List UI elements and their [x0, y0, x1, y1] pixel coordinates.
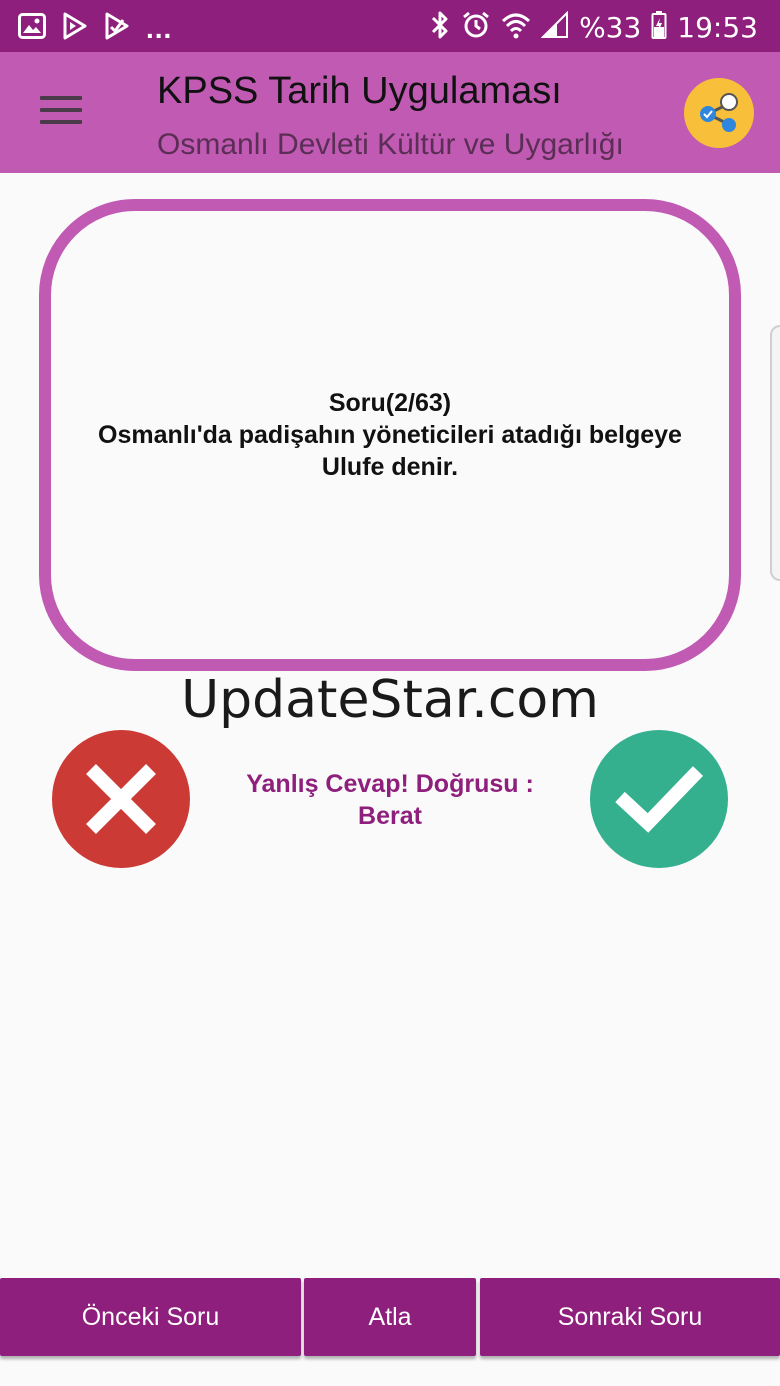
play-store-icon	[104, 12, 130, 45]
signal-icon	[540, 10, 569, 44]
correct-answer-button[interactable]	[590, 730, 728, 868]
status-bar: ... %33 19:53	[0, 0, 780, 52]
watermark: UpdateStar.com	[181, 670, 599, 730]
notification-icons: ...	[18, 12, 172, 45]
question-counter: Soru(2/63)	[328, 389, 452, 417]
share-button[interactable]	[684, 78, 754, 148]
close-icon	[86, 764, 156, 834]
app-bar: KPSS Tarih Uygulaması Osmanlı Devleti Kü…	[0, 52, 780, 173]
wrong-answer-button[interactable]	[52, 730, 190, 868]
wifi-icon	[501, 11, 531, 44]
next-question-button[interactable]: Sonraki Soru	[480, 1278, 780, 1356]
battery-charging-icon	[651, 10, 667, 45]
side-drawer-handle[interactable]	[770, 325, 780, 581]
app-title: KPSS Tarih Uygulaması	[157, 70, 562, 112]
answer-feedback: Yanlış Cevap! Doğrusu : Berat	[200, 768, 580, 832]
alarm-icon	[461, 10, 491, 45]
share-icon	[700, 93, 738, 132]
question-text: Osmanlı'da padişahın yöneticileri atadığ…	[98, 421, 682, 481]
feedback-message: Yanlış Cevap! Doğrusu :	[246, 770, 534, 798]
gallery-icon	[18, 13, 46, 44]
previous-question-button[interactable]: Önceki Soru	[0, 1278, 301, 1356]
hamburger-menu-icon[interactable]	[40, 96, 82, 130]
system-icons: %33 19:53	[429, 10, 758, 45]
battery-percentage: %33	[579, 10, 642, 44]
play-store-icon	[62, 12, 88, 45]
more-notifications: ...	[146, 12, 173, 44]
checkmark-icon	[615, 766, 704, 833]
clock: 19:53	[677, 10, 758, 44]
skip-button[interactable]: Atla	[304, 1278, 476, 1356]
question-text-block: Soru(2/63) Osmanlı'da padişahın yönetici…	[70, 387, 710, 483]
app-subtitle: Osmanlı Devleti Kültür ve Uygarlığı	[157, 128, 624, 161]
bluetooth-icon	[429, 10, 451, 45]
correct-answer: Berat	[358, 802, 422, 830]
question-card: Soru(2/63) Osmanlı'da padişahın yönetici…	[39, 199, 741, 671]
